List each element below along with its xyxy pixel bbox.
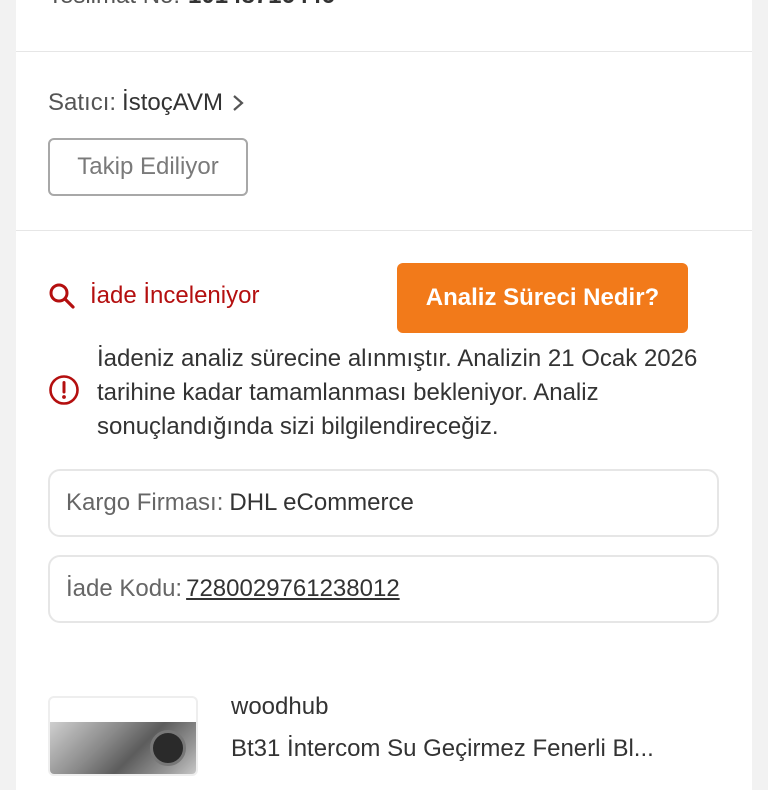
delivery-number-row: Teslimat No: 10148716446 <box>48 0 335 10</box>
order-detail-card: Teslimat No: 10148716446 Satıcı: İstoçAVM… <box>16 0 752 790</box>
return-status: İade İnceleniyor <box>48 282 259 310</box>
divider <box>16 51 752 52</box>
seller-label: Satıcı: <box>48 89 117 116</box>
return-code-box: İade Kodu: 7280029761238012 <box>48 555 719 623</box>
info-message: İadeniz analiz sürecine alınmıştır. Anal… <box>97 345 698 440</box>
info-circle-icon <box>49 375 79 405</box>
delivery-number-value: 10148716446 <box>188 0 335 9</box>
cargo-company-value: DHL eCommerce <box>229 489 414 516</box>
product-store-name[interactable]: woodhub <box>231 693 328 721</box>
follow-button[interactable]: Takip Ediliyor <box>48 138 248 196</box>
cargo-company-box: Kargo Firması: DHL eCommerce <box>48 469 719 537</box>
return-code-value[interactable]: 7280029761238012 <box>186 575 400 603</box>
return-status-text: İade İnceleniyor <box>90 282 260 309</box>
delivery-number-label: Teslimat No: <box>48 0 180 9</box>
product-photo-detail <box>150 730 186 766</box>
chevron-right-icon <box>233 95 244 111</box>
analysis-process-button[interactable]: Analiz Süreci Nedir? <box>397 263 688 333</box>
product-image[interactable] <box>48 696 198 776</box>
search-icon <box>49 283 75 309</box>
return-code-label: İade Kodu: <box>66 575 183 602</box>
divider <box>16 230 752 231</box>
seller-name: İstoçAVM <box>122 89 223 116</box>
seller-link[interactable]: Satıcı: İstoçAVM <box>48 89 245 117</box>
product-title[interactable]: Bt31 İntercom Su Geçirmez Fenerli Bl... <box>231 735 701 763</box>
cargo-company-label: Kargo Firması: <box>66 489 224 516</box>
